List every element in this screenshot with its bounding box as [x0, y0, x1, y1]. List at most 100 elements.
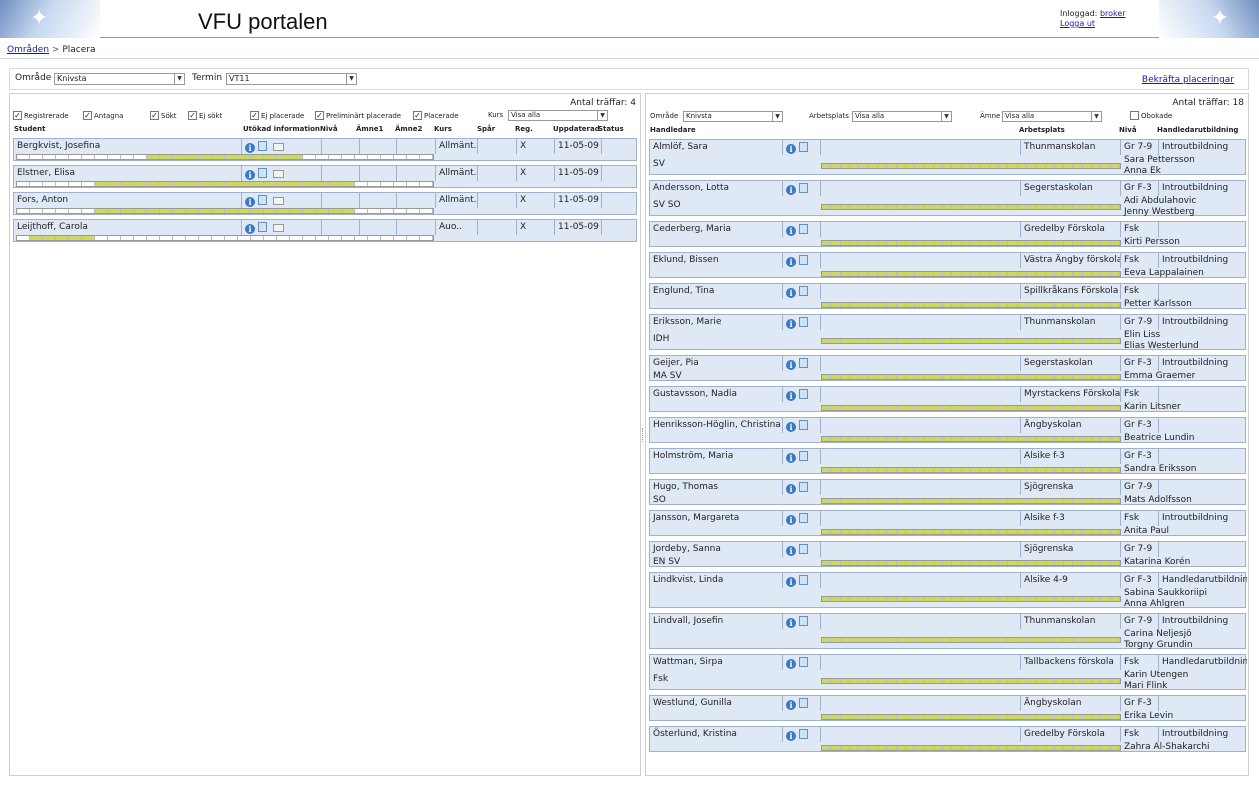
student-link[interactable]: Anna Ahlgren [1124, 599, 1241, 610]
student-link[interactable]: Erika Levin [1124, 711, 1241, 722]
info-icon[interactable]: i [786, 257, 796, 267]
mail-icon[interactable] [273, 170, 284, 178]
document-icon[interactable] [258, 195, 267, 205]
mail-icon[interactable] [273, 224, 284, 232]
info-icon[interactable]: i [786, 731, 796, 741]
info-icon[interactable]: i [786, 659, 796, 669]
table-row[interactable]: Andersson, Lotta i Segerstaskolan Gr F-3 Int… [649, 180, 1246, 217]
document-icon[interactable] [799, 513, 808, 523]
supervisor-name[interactable]: Almlöf, Sara [650, 140, 783, 155]
info-icon[interactable]: i [245, 197, 255, 207]
table-row[interactable]: Hugo, Thomas i Sjögrenska Gr 7-9 SO Mats Adol… [649, 479, 1246, 505]
info-icon[interactable]: i [786, 319, 796, 329]
table-row[interactable]: Holmström, Maria i Alsike f-3 Gr F-3 Sandra … [649, 448, 1246, 474]
checkbox-7[interactable]: ✓ Placerade [413, 111, 459, 120]
info-icon[interactable]: i [786, 288, 796, 298]
document-icon[interactable] [799, 451, 808, 461]
student-link[interactable]: Katarina Korén [1124, 557, 1241, 568]
document-icon[interactable] [799, 729, 808, 739]
table-row[interactable]: Englund, Tina i Spillkråkans Förskola Fsk Pe… [649, 283, 1246, 309]
info-icon[interactable]: i [786, 577, 796, 587]
subject-select[interactable]: Visa alla ▼ [1002, 111, 1102, 122]
supervisor-name[interactable]: Englund, Tina [650, 284, 783, 299]
supervisor-name[interactable]: Jansson, Margareta [650, 511, 783, 526]
document-icon[interactable] [258, 168, 267, 178]
checkbox-6[interactable]: ✓ Preliminärt placerade [315, 111, 401, 120]
supervisor-name[interactable]: Cederberg, Maria [650, 222, 783, 237]
document-icon[interactable] [799, 317, 808, 327]
table-row[interactable]: Geijer, Pia i Segerstaskolan Gr F-3 Introutb… [649, 355, 1246, 381]
student-link[interactable]: Mats Adolfsson [1124, 495, 1241, 506]
mail-icon[interactable] [273, 143, 284, 151]
student-name[interactable]: Bergkvist, Josefina [14, 139, 242, 154]
document-icon[interactable] [258, 222, 267, 232]
student-name[interactable]: Fors, Anton [14, 193, 242, 208]
area-select[interactable]: Knivsta ▼ [54, 73, 185, 85]
student-link[interactable]: Sandra Eriksson [1124, 464, 1241, 475]
student-link[interactable]: Eeva Lappalainen [1124, 268, 1241, 279]
student-link[interactable]: Sabina Saukkoriipi [1124, 588, 1241, 599]
student-link[interactable]: Sara Pettersson [1124, 155, 1241, 166]
checkbox-1[interactable]: ✓ Registrerade [13, 111, 69, 120]
info-icon[interactable]: i [786, 360, 796, 370]
info-icon[interactable]: i [245, 224, 255, 234]
student-link[interactable]: Elin Liss [1124, 330, 1241, 341]
student-link[interactable]: Anna Ek [1124, 166, 1241, 177]
term-select[interactable]: VT11 ▼ [226, 73, 357, 85]
supervisor-name[interactable]: Hugo, Thomas [650, 480, 783, 495]
student-name[interactable]: Leijthoff, Carola [14, 220, 242, 235]
workplace-select[interactable]: Visa alla ▼ [852, 111, 952, 122]
info-icon[interactable]: i [786, 546, 796, 556]
document-icon[interactable] [799, 183, 808, 193]
student-link[interactable]: Karin Utengen [1124, 670, 1241, 681]
info-icon[interactable]: i [786, 391, 796, 401]
supervisor-name[interactable]: Lindkvist, Linda [650, 573, 783, 588]
supervisor-name[interactable]: Wattman, Sirpa [650, 655, 783, 670]
supervisor-name[interactable]: Holmström, Maria [650, 449, 783, 464]
supervisor-name[interactable]: Eriksson, Marie [650, 315, 783, 330]
table-row[interactable]: Cederberg, Maria i Gredelby Förskola Fsk Kir… [649, 221, 1246, 247]
table-row[interactable]: Henriksson-Höglin, Christina i Ängbyskolan… [649, 417, 1246, 443]
table-row[interactable]: Bergkvist, Josefina i Allmänt.. X 11-05-09 [13, 138, 637, 161]
info-icon[interactable]: i [245, 143, 255, 153]
checkbox-2[interactable]: ✓ Antagna [83, 111, 123, 120]
info-icon[interactable]: i [786, 484, 796, 494]
supervisor-name[interactable]: Geijer, Pia [650, 356, 783, 371]
info-icon[interactable]: i [786, 453, 796, 463]
checkbox-4[interactable]: ✓ Ej sökt [188, 111, 222, 120]
confirm-placements-link[interactable]: Bekräfta placeringar [1142, 75, 1234, 85]
breadcrumb-link-areas[interactable]: Områden [7, 45, 49, 55]
student-link[interactable]: Beatrice Lundin [1124, 433, 1241, 444]
info-icon[interactable]: i [786, 144, 796, 154]
document-icon[interactable] [799, 255, 808, 265]
student-link[interactable]: Carina Neljesjö [1124, 629, 1241, 640]
student-link[interactable]: Torgny Grundin [1124, 640, 1241, 651]
info-icon[interactable]: i [786, 700, 796, 710]
supervisor-name[interactable]: Gustavsson, Nadia [650, 387, 783, 402]
student-link[interactable]: Adi Abdulahovic [1124, 196, 1241, 207]
table-row[interactable]: Jordeby, Sanna i Sjögrenska Gr 7-9 EN SV Kata… [649, 541, 1246, 567]
student-link[interactable]: Kirti Persson [1124, 237, 1241, 248]
table-row[interactable]: Lindkvist, Linda i Alsike 4-9 Gr F-3 Handled… [649, 572, 1247, 610]
student-link[interactable]: Emma Graemer [1124, 371, 1241, 382]
table-row[interactable]: Wattman, Sirpa i Tallbackens förskola Fsk Ha… [649, 654, 1247, 692]
info-icon[interactable]: i [786, 515, 796, 525]
right-area-select[interactable]: Knivsta ▼ [683, 111, 783, 122]
table-row[interactable]: Jansson, Margareta i Alsike f-3 Fsk Introutb… [649, 510, 1246, 536]
student-link[interactable]: Anita Paul [1124, 526, 1241, 537]
document-icon[interactable] [799, 286, 808, 296]
info-icon[interactable]: i [786, 185, 796, 195]
student-name[interactable]: Elstner, Elisa [14, 166, 242, 181]
checkbox-3[interactable]: ✓ Sökt [150, 111, 177, 120]
document-icon[interactable] [799, 575, 808, 585]
document-icon[interactable] [799, 358, 808, 368]
student-link[interactable]: Mari Flink [1124, 681, 1241, 692]
document-icon[interactable] [799, 544, 808, 554]
document-icon[interactable] [799, 224, 808, 234]
checkbox-5[interactable]: ✓ Ej placerade [250, 111, 304, 120]
table-row[interactable]: Westlund, Gunilla i Ängbyskolan Gr F-3 Erika… [649, 695, 1246, 721]
supervisor-name[interactable]: Lindvall, Josefin [650, 614, 783, 629]
supervisor-name[interactable]: Andersson, Lotta [650, 181, 783, 196]
info-icon[interactable]: i [786, 226, 796, 236]
document-icon[interactable] [799, 420, 808, 430]
